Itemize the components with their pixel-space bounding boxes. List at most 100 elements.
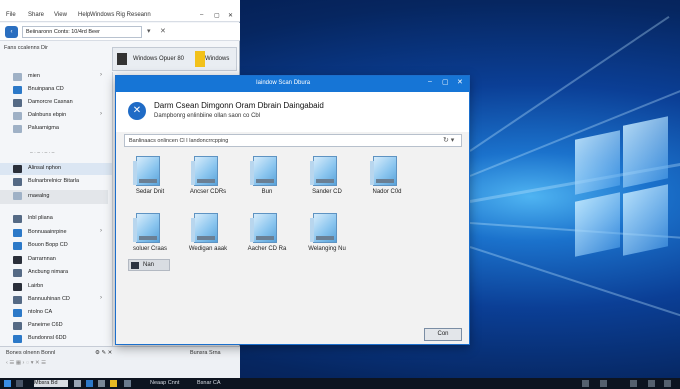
- dialog-title: Iaindow Scan Dbura: [256, 80, 311, 86]
- drive-icon: [250, 156, 277, 186]
- menu-help[interactable]: Help: [78, 12, 90, 18]
- drive-icon: [310, 156, 337, 186]
- dialog-subheading: Dampbonrg enlinbiine ollan saon co Cbl: [154, 113, 261, 119]
- drive-icon: [13, 322, 22, 330]
- tree-heading: Fans ccalenns Dir: [4, 45, 49, 51]
- folder-icon: [13, 112, 22, 120]
- start-icon[interactable]: [4, 380, 11, 387]
- maximize-icon[interactable]: ▢: [214, 12, 220, 19]
- tree-item-selected[interactable]: rnaealng: [0, 190, 108, 204]
- explorer-address-bar: ‹ Beiinaronn Conts: 10/4rd Beer ▾ ✕: [0, 23, 240, 41]
- chevron-right-icon[interactable]: ›: [100, 72, 102, 78]
- app-icon: [117, 53, 127, 65]
- tray-icon[interactable]: [664, 380, 671, 387]
- app-icon[interactable]: [124, 380, 131, 387]
- drive-item[interactable]: Welanging Nu: [299, 213, 355, 273]
- app-icon[interactable]: [98, 380, 105, 387]
- folder-icon: [195, 51, 205, 67]
- drive-icon: [13, 283, 22, 291]
- drive-icon: [13, 242, 22, 250]
- status-text: Bones olnenn Bonnl: [6, 350, 56, 356]
- tree-item[interactable]: Ancbung nimara: [0, 267, 112, 279]
- dialog-address-bar[interactable]: Banlinaacs onlincen Cl I landoncrrcpping…: [124, 134, 462, 147]
- search-icon[interactable]: [16, 380, 23, 387]
- tree-item[interactable]: Bnuinpana CD: [0, 84, 112, 96]
- windows-logo-light: [575, 105, 670, 270]
- monitor-icon: [13, 165, 22, 173]
- tree-item[interactable]: Bulnarbrelnicr Bitarla: [0, 176, 112, 188]
- tree-item[interactable]: lnbl pliana: [0, 213, 112, 225]
- taskbar-app[interactable]: Neaap Cnnt: [150, 380, 179, 387]
- tree-item[interactable]: Darrarnnan: [0, 254, 112, 266]
- close-icon[interactable]: ✕: [228, 12, 233, 19]
- drive-icon: [191, 156, 218, 186]
- status-icons: ⚙ ✎ ✕: [95, 350, 113, 356]
- minimize-icon[interactable]: –: [200, 12, 203, 18]
- close-icon[interactable]: ✕: [160, 27, 166, 35]
- tray-icon[interactable]: [582, 380, 589, 387]
- menu-share[interactable]: Share: [28, 12, 44, 18]
- drive-item[interactable]: Bun: [239, 156, 295, 216]
- drive-icon: [133, 156, 160, 186]
- disk-icon: [13, 215, 22, 223]
- drive-item[interactable]: Sedar Dnit: [122, 156, 178, 216]
- drive-item[interactable]: Sander CD: [299, 156, 355, 216]
- address-field[interactable]: Beiinaronn Conts: 10/4rd Beer: [22, 26, 142, 38]
- dialog-titlebar: Iaindow Scan Dbura – ▢ ✕: [116, 76, 469, 92]
- taskbar-app[interactable]: Mbsra Bd: [34, 380, 68, 387]
- folder-icon: [13, 125, 22, 133]
- explorer-status-bar: Bones olnenn Bonnl ⚙ ✎ ✕ Bunsra Srna ‹ ☰…: [0, 346, 240, 378]
- tree-item[interactable]: Paneirne C6D: [0, 320, 112, 332]
- tree-item[interactable]: Bannuuhinan CD ›: [0, 294, 112, 306]
- chevron-right-icon[interactable]: ›: [100, 228, 102, 234]
- drive-icon: [13, 229, 22, 237]
- menu-view[interactable]: View: [54, 12, 67, 18]
- explorer-menubar: Windows Rig Reseann – ▢ ✕ File Share Vie…: [0, 0, 240, 22]
- app-icon[interactable]: [86, 380, 93, 387]
- tray-icon[interactable]: [648, 380, 655, 387]
- drive-item[interactable]: Wedigan aaak: [180, 213, 236, 273]
- tree-item[interactable]: Lairbn: [0, 281, 112, 293]
- monitor-icon: [131, 262, 139, 269]
- drive-icon: [13, 335, 22, 343]
- tree-scrollbar[interactable]: [112, 72, 113, 347]
- disk-icon: [13, 192, 22, 200]
- app-icon[interactable]: [74, 380, 81, 387]
- tree-item[interactable]: ntolno CA: [0, 307, 112, 319]
- drive-item[interactable]: Aacher CD Ra: [239, 213, 295, 273]
- drive-item[interactable]: Nador C0d: [359, 156, 415, 216]
- chevron-down-icon[interactable]: ▾: [147, 27, 151, 35]
- refresh-icon[interactable]: ↻ ▾: [443, 136, 454, 144]
- back-button[interactable]: ‹: [5, 26, 18, 38]
- window-preview-strip[interactable]: Windows Opuer 80 Windows: [112, 47, 237, 71]
- drive-icon: [13, 296, 22, 304]
- minimize-icon[interactable]: –: [428, 78, 432, 85]
- tree-item[interactable]: mien ›: [0, 71, 112, 83]
- taskbar-app[interactable]: Bsnar CA: [197, 380, 221, 387]
- folder-icon[interactable]: [110, 380, 117, 387]
- tree-item[interactable]: Dalnbuns ebpin ›: [0, 110, 112, 122]
- tray-icon[interactable]: [600, 380, 607, 387]
- drive-icon: [310, 213, 337, 243]
- close-circle-icon: ✕: [128, 102, 146, 120]
- folder-icon: [13, 99, 22, 107]
- chevron-right-icon[interactable]: ›: [100, 295, 102, 301]
- tree-item[interactable]: Bundonnsl 6DD: [0, 333, 112, 345]
- drive-item[interactable]: Ancser CDRs: [180, 156, 236, 216]
- maximize-icon[interactable]: ▢: [442, 78, 449, 86]
- small-item[interactable]: Nan: [128, 259, 170, 271]
- tree-item[interactable]: Paluarnigma: [0, 123, 112, 135]
- confirm-button[interactable]: Con: [424, 328, 462, 341]
- tree-divider: – · – · – · –: [30, 150, 55, 156]
- tree-item[interactable]: Bonnuaainrpine ›: [0, 227, 112, 239]
- tree-item[interactable]: Bouon Bopp CD: [0, 240, 112, 252]
- tray-icon[interactable]: [630, 380, 637, 387]
- tree-item[interactable]: Damorcre Casnan: [0, 97, 112, 109]
- folder-icon: [13, 178, 22, 186]
- tree-item[interactable]: Alinsal nphon: [0, 163, 112, 175]
- dialog-header: ✕ Darm Csean Dimgonn Oram Dbrain Daingab…: [116, 92, 469, 132]
- view-toggle-icons[interactable]: ‹ ☰ ▦ › ◌ ▾ ✕ ☰: [6, 360, 46, 366]
- close-icon[interactable]: ✕: [457, 78, 463, 86]
- chevron-right-icon[interactable]: ›: [100, 111, 102, 117]
- menu-file[interactable]: File: [6, 12, 16, 18]
